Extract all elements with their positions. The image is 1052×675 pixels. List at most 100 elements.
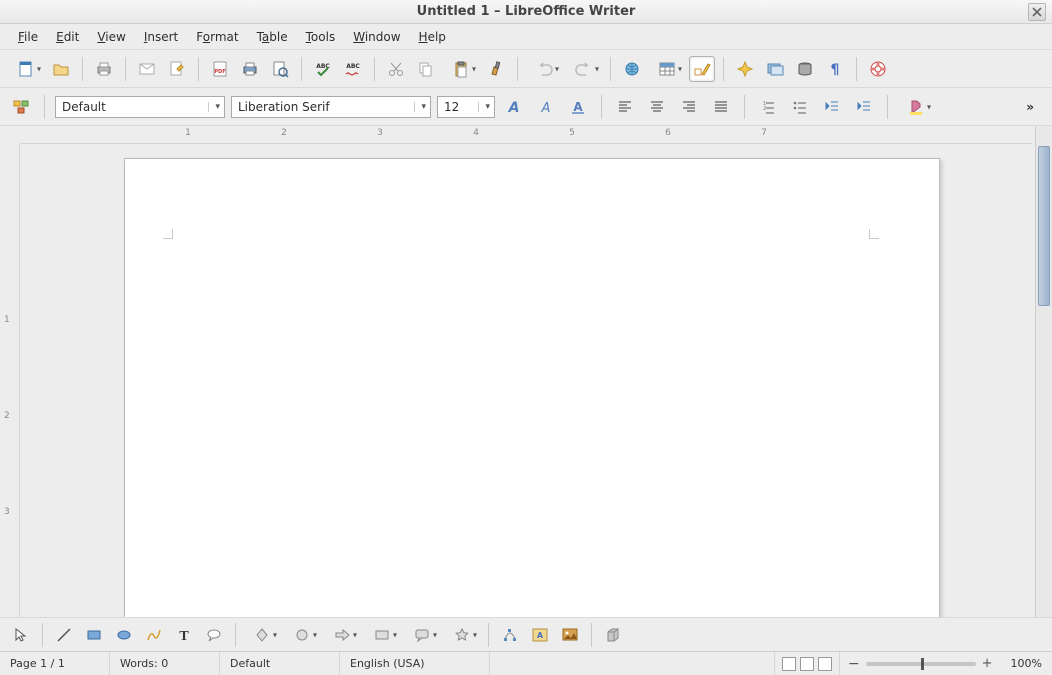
auto-spellcheck-button[interactable]: ABC (340, 56, 366, 82)
toolbar-overflow-button[interactable]: » (1016, 96, 1044, 118)
align-justify-icon (712, 98, 730, 116)
select-tool-button[interactable] (8, 622, 34, 648)
status-page-style[interactable]: Default (220, 652, 340, 675)
print-preview-button[interactable] (267, 56, 293, 82)
zoom-out-button[interactable]: − (848, 656, 860, 672)
bullet-list-icon (791, 98, 809, 116)
show-draw-functions-button[interactable] (689, 56, 715, 82)
help-button[interactable] (865, 56, 891, 82)
menu-view[interactable]: View (89, 26, 133, 48)
separator (610, 57, 611, 81)
workspace: 1 2 3 4 5 6 7 1 2 3 (0, 126, 1052, 617)
bold-button[interactable]: A (501, 94, 527, 120)
callout-button[interactable] (201, 622, 227, 648)
menu-window[interactable]: Window (345, 26, 408, 48)
extrusion-button[interactable] (600, 622, 626, 648)
separator (517, 57, 518, 81)
document-area[interactable] (20, 144, 1035, 617)
text-box-button[interactable]: T (171, 622, 197, 648)
points-button[interactable] (497, 622, 523, 648)
book-view-button[interactable] (818, 657, 832, 671)
auto-spellcheck-icon: ABC (343, 60, 363, 78)
callout-shapes-button[interactable]: ▾ (404, 622, 440, 648)
nonprinting-chars-button[interactable]: ¶ (822, 56, 848, 82)
horizontal-ruler[interactable]: 1 2 3 4 5 6 7 (20, 126, 1032, 144)
navigator-button[interactable] (732, 56, 758, 82)
basic-shapes-button[interactable]: ▾ (244, 622, 280, 648)
symbol-shapes-button[interactable]: ▾ (284, 622, 320, 648)
undo-button[interactable]: ▾ (526, 56, 562, 82)
vertical-scrollbar[interactable] (1035, 126, 1052, 617)
scrollbar-thumb[interactable] (1038, 146, 1050, 306)
italic-button[interactable]: A (533, 94, 559, 120)
star-shapes-button[interactable]: ▾ (444, 622, 480, 648)
spellcheck-button[interactable]: ABC (310, 56, 336, 82)
status-page[interactable]: Page 1 / 1 (0, 652, 110, 675)
freeform-line-button[interactable] (141, 622, 167, 648)
numbered-list-button[interactable]: 12 (755, 94, 781, 120)
fontwork-button[interactable]: A (527, 622, 553, 648)
status-words[interactable]: Words: 0 (110, 652, 220, 675)
paragraph-style-combo[interactable]: Default ▾ (55, 96, 225, 118)
new-button[interactable]: ▾ (8, 56, 44, 82)
extrusion-icon (604, 626, 622, 644)
increase-indent-button[interactable] (851, 94, 877, 120)
line-tool-button[interactable] (51, 622, 77, 648)
insert-table-button[interactable]: ▾ (649, 56, 685, 82)
data-sources-button[interactable] (792, 56, 818, 82)
flowchart-shapes-button[interactable]: ▾ (364, 622, 400, 648)
highlight-icon (907, 98, 925, 116)
zoom-slider-knob[interactable] (921, 658, 924, 670)
align-center-button[interactable] (644, 94, 670, 120)
multi-page-view-button[interactable] (800, 657, 814, 671)
underline-button[interactable]: A (565, 94, 591, 120)
paste-button[interactable]: ▾ (443, 56, 479, 82)
cut-button[interactable] (383, 56, 409, 82)
highlight-color-button[interactable]: ▾ (898, 94, 934, 120)
align-left-button[interactable] (612, 94, 638, 120)
menu-tools[interactable]: Tools (298, 26, 344, 48)
toolbar-drawing: T ▾ ▾ ▾ ▾ ▾ ▾ A (0, 617, 1052, 651)
separator (591, 623, 592, 647)
align-justify-button[interactable] (708, 94, 734, 120)
print-direct-button[interactable] (237, 56, 263, 82)
clone-formatting-button[interactable] (483, 56, 509, 82)
redo-button[interactable]: ▾ (566, 56, 602, 82)
status-language[interactable]: English (USA) (340, 652, 490, 675)
zoom-in-button[interactable]: + (982, 656, 993, 671)
export-pdf-button[interactable]: PDF (207, 56, 233, 82)
vertical-ruler[interactable]: 1 2 3 (0, 144, 20, 617)
menu-format[interactable]: Format (188, 26, 246, 48)
separator (744, 95, 745, 119)
open-button[interactable] (48, 56, 74, 82)
align-right-button[interactable] (676, 94, 702, 120)
menu-insert[interactable]: Insert (136, 26, 186, 48)
bullet-list-button[interactable] (787, 94, 813, 120)
from-file-button[interactable] (557, 622, 583, 648)
gallery-button[interactable] (762, 56, 788, 82)
block-arrows-button[interactable]: ▾ (324, 622, 360, 648)
menu-help[interactable]: Help (411, 26, 454, 48)
decrease-indent-button[interactable] (819, 94, 845, 120)
hyperlink-button[interactable] (619, 56, 645, 82)
email-button[interactable] (134, 56, 160, 82)
font-name-combo[interactable]: Liberation Serif ▾ (231, 96, 431, 118)
zoom-percent[interactable]: 100% (1001, 652, 1052, 675)
edit-file-button[interactable] (164, 56, 190, 82)
menu-edit[interactable]: Edit (48, 26, 87, 48)
single-page-view-button[interactable] (782, 657, 796, 671)
copy-button[interactable] (413, 56, 439, 82)
font-size-combo[interactable]: 12 ▾ (437, 96, 495, 118)
styles-button[interactable] (8, 94, 34, 120)
menu-file[interactable]: File (10, 26, 46, 48)
zoom-slider[interactable] (866, 662, 976, 666)
document-page[interactable] (124, 158, 940, 617)
window-close-button[interactable] (1028, 3, 1046, 21)
menu-table[interactable]: Table (249, 26, 296, 48)
cursor-icon (12, 626, 30, 644)
print-button[interactable] (91, 56, 117, 82)
rectangle-tool-button[interactable] (81, 622, 107, 648)
ellipse-tool-button[interactable] (111, 622, 137, 648)
database-icon (796, 60, 814, 78)
ellipse-icon (115, 626, 133, 644)
